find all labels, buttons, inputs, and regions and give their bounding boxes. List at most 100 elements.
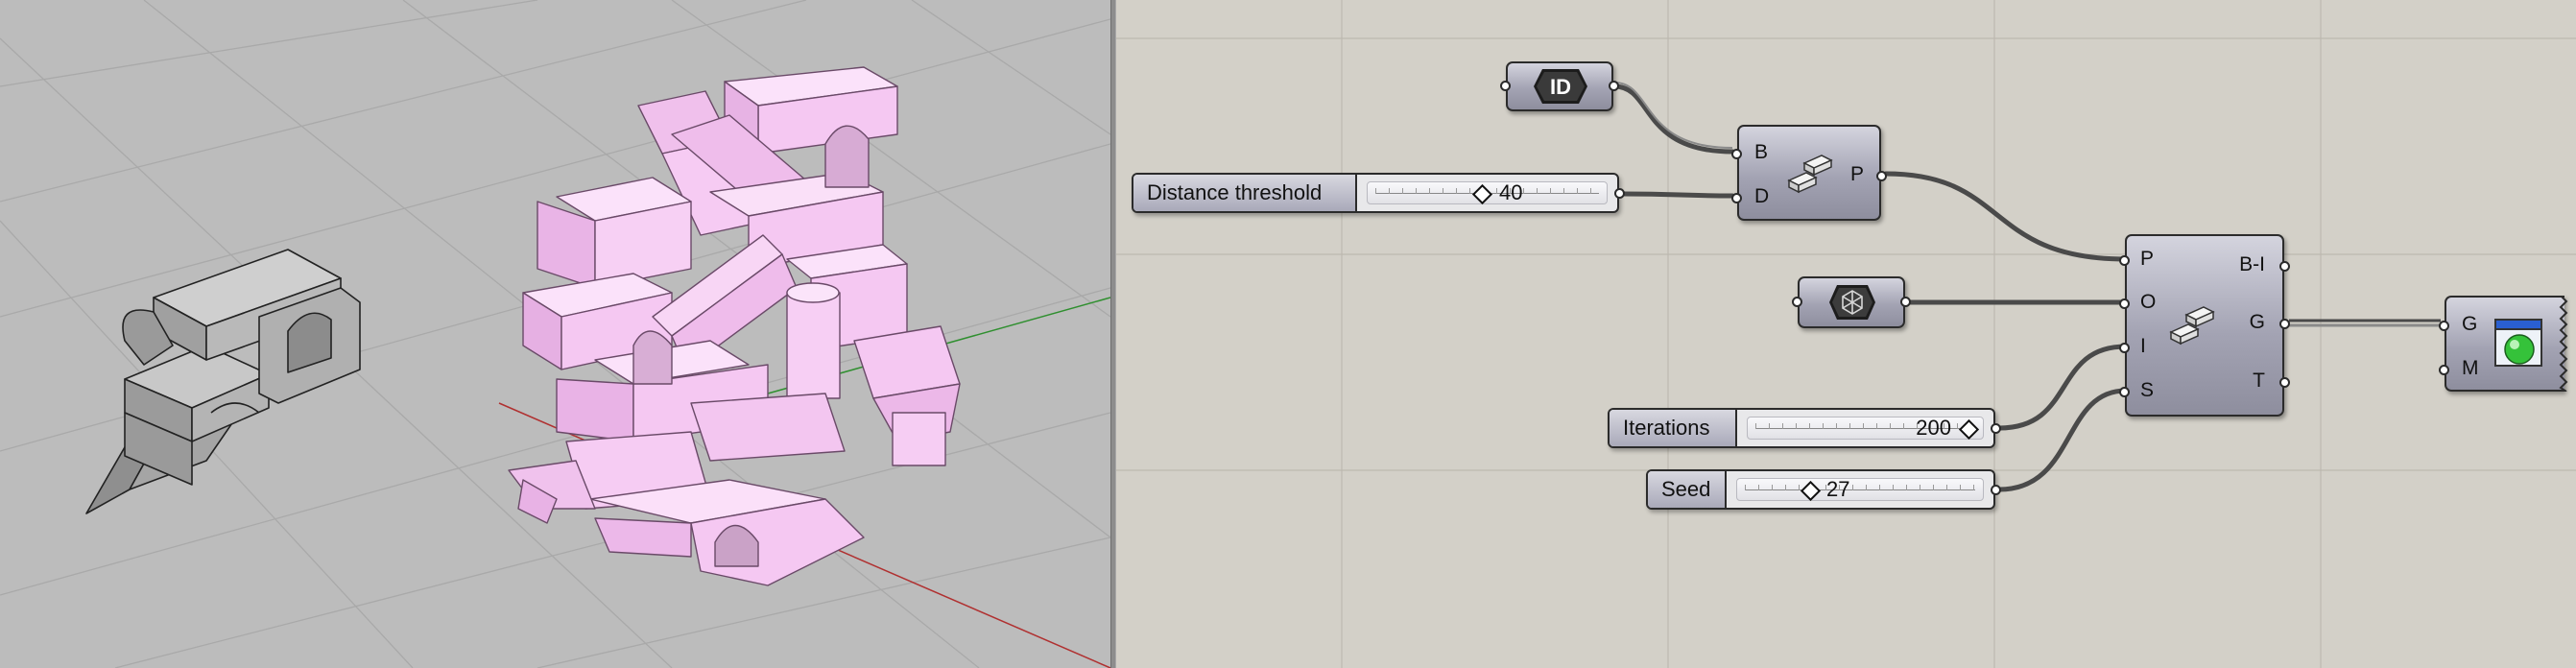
preview-input-M-label: M (2462, 357, 2479, 379)
slider-tick (1823, 423, 1824, 429)
id-icon-text: ID (1550, 75, 1571, 99)
seed-output-grip[interactable] (1991, 485, 2001, 495)
slider-tick (1876, 423, 1877, 429)
torn-edge (2559, 296, 2568, 392)
slider-tick (1563, 188, 1564, 194)
id-parameter-output-grip[interactable] (1609, 81, 1619, 91)
slider-ticks (1745, 485, 1975, 490)
slider-tick (1903, 423, 1904, 429)
id-parameter-input-grip[interactable] (1500, 81, 1511, 91)
slider-tick (1893, 485, 1894, 490)
slider-tick (1782, 423, 1783, 429)
assembly-input-I-grip[interactable] (2119, 343, 2130, 353)
slider-tick (1836, 423, 1837, 429)
blocks-output-P-grip[interactable] (1876, 171, 1887, 181)
geometry-param-icon (1828, 284, 1876, 321)
slider-tick (1456, 188, 1457, 194)
slider-tick (1758, 485, 1759, 490)
distance-threshold-slider[interactable]: Distance threshold 40 (1132, 173, 1625, 213)
assembly-input-O-grip[interactable] (2119, 298, 2130, 309)
slider-tick (1946, 485, 1947, 490)
slider-tick (1866, 485, 1867, 490)
blocks-icon (2167, 303, 2217, 347)
slider-tick (1577, 188, 1578, 194)
iterations-label: Iterations (1610, 410, 1737, 446)
blocks-input-B-label: B (1754, 141, 1769, 163)
assembly-output-G-grip[interactable] (2279, 319, 2290, 329)
assembly-input-S-label: S (2140, 379, 2155, 401)
seed-track[interactable] (1736, 478, 1984, 501)
slider-tick (1772, 485, 1773, 490)
blocks-input-D-grip[interactable] (1731, 193, 1742, 203)
geometry-parameter[interactable] (1792, 276, 1911, 328)
distance-threshold-value: 40 (1499, 180, 1523, 204)
viewport-scene (0, 0, 1110, 668)
blocks-input-D-label: D (1754, 185, 1770, 207)
assembly-output-BI-grip[interactable] (2279, 261, 2290, 272)
slider-tick (1745, 485, 1746, 490)
slider-tick (1933, 485, 1934, 490)
iterations-slider[interactable]: Iterations 200 (1608, 408, 2001, 448)
assembly-input-O-label: O (2140, 291, 2157, 313)
iterations-value: 200 (1916, 416, 1951, 440)
assembly-output-G-label: G (2249, 311, 2265, 333)
assembly-input-P-grip[interactable] (2119, 255, 2130, 266)
grey-block-object (85, 249, 361, 514)
pink-block-assembly (508, 66, 961, 586)
geometry-parameter-output-grip[interactable] (1900, 297, 1911, 307)
grasshopper-canvas[interactable]: ID Distance threshold 40 B D P Iteration… (1116, 0, 2576, 668)
slider-tick (1523, 188, 1524, 194)
distance-threshold-label: Distance threshold (1133, 175, 1357, 211)
assembly-output-T-label: T (2253, 370, 2265, 392)
blocks-output-P-label: P (1849, 163, 1864, 185)
blocks-input-B-grip[interactable] (1731, 149, 1742, 159)
seed-slider[interactable]: Seed 27 (1646, 469, 2001, 510)
slider-tick (1809, 423, 1810, 429)
assembly-output-BI-label: B-I (2239, 253, 2265, 275)
slider-tick (1960, 485, 1961, 490)
preview-input-M-grip[interactable] (2439, 365, 2449, 375)
slider-tick (1890, 423, 1891, 429)
slider-tick (1590, 188, 1591, 194)
slider-tick (1550, 188, 1551, 194)
slider-tick (1863, 423, 1864, 429)
slider-tick (1906, 485, 1907, 490)
slider-tick (1785, 485, 1786, 490)
slider-tick (1537, 188, 1538, 194)
slider-tick (1849, 423, 1850, 429)
distance-threshold-output-grip[interactable] (1614, 188, 1625, 199)
assembly-input-S-grip[interactable] (2119, 387, 2130, 397)
slider-tick (1469, 188, 1470, 194)
preview-input-G-label: G (2462, 313, 2478, 335)
slider-tick (1429, 188, 1430, 194)
assembly-output-T-grip[interactable] (2279, 377, 2290, 388)
blocks-component[interactable]: B D P (1731, 125, 1887, 221)
rhino-perspective-viewport[interactable] (0, 0, 1110, 668)
id-parameter[interactable]: ID (1500, 61, 1619, 111)
iterations-output-grip[interactable] (1991, 423, 2001, 434)
slider-tick (1375, 188, 1376, 194)
preview-sphere-icon (2493, 317, 2544, 369)
slider-tick (1852, 485, 1853, 490)
seed-label: Seed (1648, 471, 1727, 508)
geometry-parameter-input-grip[interactable] (1792, 297, 1802, 307)
slider-tick (1796, 423, 1797, 429)
id-icon: ID (1533, 68, 1588, 105)
canvas-grid (1116, 0, 2576, 668)
seed-value: 27 (1826, 477, 1850, 501)
slider-tick (1973, 485, 1974, 490)
preview-input-G-grip[interactable] (2439, 321, 2449, 331)
slider-tick (1402, 188, 1403, 194)
slider-tick (1879, 485, 1880, 490)
slider-tick (1799, 485, 1800, 490)
app-window: ID Distance threshold 40 B D P Iteration… (0, 0, 2576, 668)
assembly-component[interactable]: P O I S B-I G T (2119, 234, 2290, 417)
blocks-icon (1785, 152, 1835, 196)
slider-tick (1755, 423, 1756, 429)
slider-tick (1496, 188, 1497, 194)
slider-tick (1389, 188, 1390, 194)
assembly-input-I-label: I (2140, 335, 2146, 357)
slider-tick (1416, 188, 1417, 194)
custom-preview-component[interactable]: G M (2439, 296, 2568, 392)
assembly-input-P-label: P (2140, 248, 2155, 270)
